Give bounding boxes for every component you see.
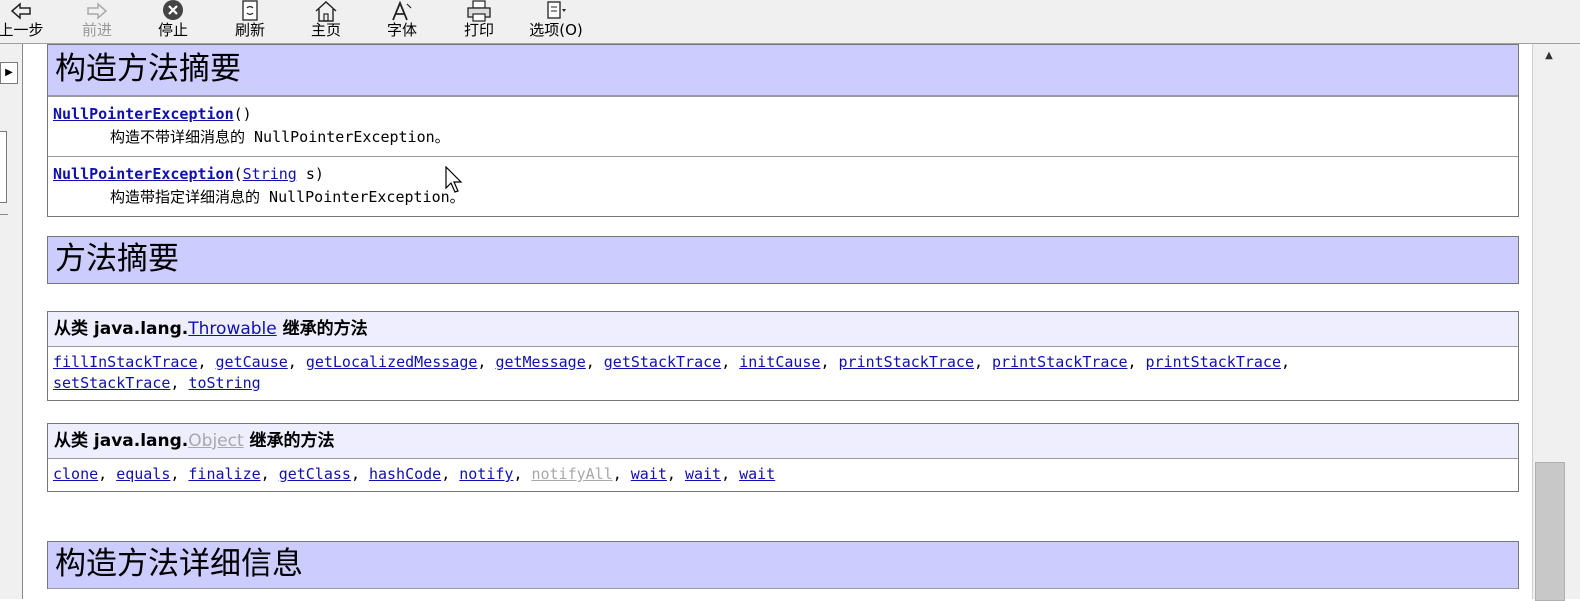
- inherited-methods: fillInStackTrace, getCause, getLocalizedMe…: [53, 353, 1291, 392]
- method-link[interactable]: fillInStackTrace: [53, 353, 198, 371]
- section-title: 构造方法摘要: [48, 45, 1518, 96]
- refresh-button[interactable]: 刷新: [227, 0, 273, 43]
- vertical-scrollbar[interactable]: ▲: [1532, 44, 1580, 601]
- navigation-pane[interactable]: ▶: [0, 44, 23, 599]
- font-label: 字体: [386, 21, 417, 39]
- section-title: 方法摘要: [48, 237, 1518, 283]
- back-button[interactable]: 上一步: [0, 0, 48, 43]
- string-type-link[interactable]: String: [243, 165, 297, 183]
- nav-panel-edge: [0, 131, 7, 203]
- scrollbar-thumb[interactable]: [1535, 462, 1565, 601]
- constructor-link[interactable]: NullPointerException: [53, 165, 234, 183]
- method-link[interactable]: wait: [739, 465, 775, 483]
- home-label: 主页: [310, 21, 341, 39]
- font-button[interactable]: 字体: [379, 0, 425, 43]
- constructor-summary-table: 构造方法摘要 NullPointerException() 构造不带详细消息的 …: [47, 44, 1519, 217]
- method-link[interactable]: initCause: [739, 353, 820, 371]
- inherited-object-table: 从类 java.lang.Object 继承的方法 clone, equals, f…: [47, 423, 1519, 492]
- inherited-header: 从类 java.lang.Object 继承的方法: [48, 424, 1518, 459]
- method-link[interactable]: hashCode: [369, 465, 441, 483]
- options-label: 选项(O): [529, 21, 583, 39]
- home-icon: [315, 1, 337, 22]
- method-link[interactable]: clone: [53, 465, 98, 483]
- throwable-class-link[interactable]: Throwable: [188, 319, 276, 339]
- params-close: ): [242, 105, 252, 123]
- method-link[interactable]: getMessage: [495, 353, 585, 371]
- content-area: 构造方法摘要 NullPointerException() 构造不带详细消息的 …: [23, 44, 1531, 599]
- method-link[interactable]: wait: [685, 465, 721, 483]
- method-summary-header: 方法摘要: [47, 236, 1519, 284]
- inherited-methods: clone, equals, finalize, getClass, hashCode,…: [53, 465, 776, 483]
- inherited-suffix: 继承的方法: [243, 431, 335, 451]
- method-link[interactable]: getLocalizedMessage: [306, 353, 478, 371]
- section-title: 构造方法详细信息: [48, 542, 1518, 589]
- constructor-link[interactable]: NullPointerException: [53, 105, 234, 123]
- inherited-suffix: 继承的方法: [276, 319, 368, 339]
- scroll-up-icon[interactable]: ▲: [1541, 50, 1557, 64]
- method-link[interactable]: notifyAll: [531, 465, 612, 483]
- params-rest: s): [296, 165, 324, 183]
- method-link[interactable]: finalize: [188, 465, 260, 483]
- inherited-throwable-table: 从类 java.lang.Throwable 继承的方法 fillInStack…: [47, 311, 1519, 401]
- home-button[interactable]: 主页: [303, 0, 349, 43]
- options-button[interactable]: 选项(O): [525, 0, 587, 43]
- inherited-header: 从类 java.lang.Throwable 继承的方法: [48, 312, 1518, 347]
- method-link[interactable]: printStackTrace: [1146, 353, 1281, 371]
- constructor-description: 构造不带详细消息的 NullPointerException。: [110, 128, 450, 146]
- method-link[interactable]: toString: [188, 374, 260, 392]
- stop-button[interactable]: 停止: [150, 0, 196, 43]
- forward-label: 前进: [81, 21, 112, 39]
- refresh-icon: [242, 0, 258, 21]
- method-link[interactable]: notify: [459, 465, 513, 483]
- forward-button[interactable]: 前进: [74, 0, 120, 43]
- refresh-label: 刷新: [234, 21, 265, 39]
- method-link[interactable]: setStackTrace: [53, 374, 170, 392]
- table-row: NullPointerException(String s) 构造带指定详细消息…: [48, 156, 1518, 216]
- toolbar: 上一步 前进 停止 刷新 主页 字体 打印 选项(O): [0, 0, 1580, 44]
- method-link[interactable]: getCause: [216, 353, 288, 371]
- method-link[interactable]: getClass: [279, 465, 351, 483]
- object-class-link[interactable]: Object: [188, 431, 243, 451]
- forward-arrow-icon: [87, 2, 108, 20]
- divider: [0, 214, 8, 215]
- mouse-cursor-icon: [445, 166, 463, 193]
- constructor-detail-header: 构造方法详细信息: [47, 541, 1519, 589]
- constructor-description: 构造带指定详细消息的 NullPointerException。: [110, 188, 465, 206]
- params-open: (: [233, 105, 243, 123]
- method-link[interactable]: getStackTrace: [604, 353, 721, 371]
- expand-arrow-icon[interactable]: ▶: [0, 62, 18, 84]
- stop-icon: [163, 0, 183, 20]
- method-link[interactable]: equals: [116, 465, 170, 483]
- method-link[interactable]: printStackTrace: [839, 353, 974, 371]
- method-link[interactable]: printStackTrace: [992, 353, 1127, 371]
- print-button[interactable]: 打印: [456, 0, 502, 43]
- print-icon: [467, 0, 491, 22]
- params-open: (: [233, 165, 243, 183]
- back-arrow-icon: [10, 2, 31, 20]
- print-label: 打印: [463, 21, 494, 39]
- table-row: NullPointerException() 构造不带详细消息的 NullPoi…: [48, 96, 1518, 156]
- font-icon: [392, 0, 412, 21]
- inherited-prefix: 从类 java.lang.: [54, 431, 189, 451]
- options-icon: [547, 1, 566, 19]
- stop-label: 停止: [157, 21, 188, 39]
- back-label: 上一步: [0, 21, 44, 39]
- method-link[interactable]: wait: [631, 465, 667, 483]
- inherited-prefix: 从类 java.lang.: [54, 319, 189, 339]
